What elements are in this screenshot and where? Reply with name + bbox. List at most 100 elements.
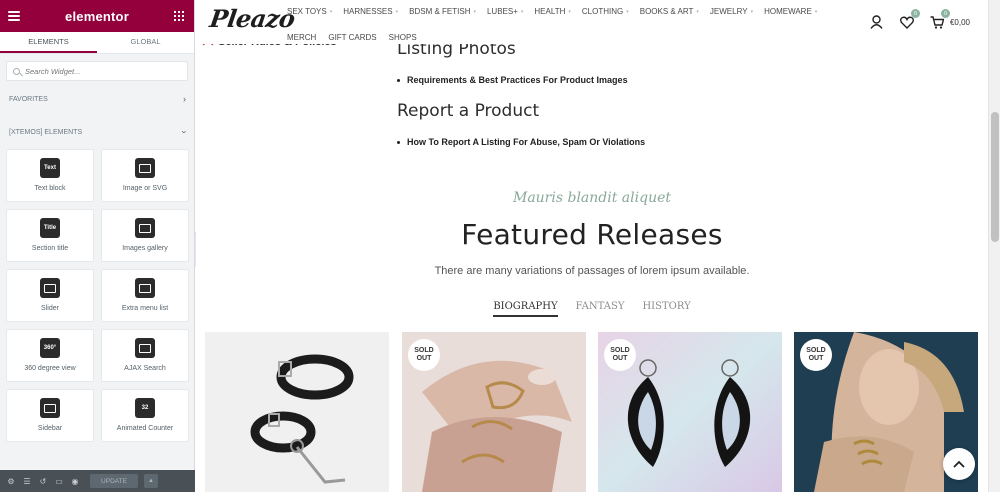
chevron-up-icon <box>953 460 965 468</box>
nav-item[interactable]: HEALTH ▾ <box>534 7 570 16</box>
widget-card[interactable]: Title Section title <box>6 209 94 262</box>
widget-label: Image or SVG <box>122 185 168 192</box>
widgets-grid: Text Text block Image or SVG Title Section t… <box>6 149 189 442</box>
widget-label: AJAX Search <box>124 365 166 372</box>
widget-card[interactable]: Slider <box>6 269 94 322</box>
responsive-mode-icon[interactable]: ▭ <box>54 476 64 486</box>
sold-out-badge: SOLD OUT <box>408 339 440 371</box>
nav-item-label: SEX TOYS <box>287 7 327 16</box>
nav-item[interactable]: BOOKS & ART ▾ <box>640 7 699 16</box>
cart-count-badge: 0 <box>940 9 950 18</box>
widget-card[interactable]: Sidebar <box>6 389 94 442</box>
elementor-panel: elementor ELEMENTS GLOBAL FAVORITES › [X… <box>0 0 195 492</box>
hamburger-menu-icon[interactable] <box>8 11 20 21</box>
wishlist-heart-icon[interactable]: 0 <box>899 9 920 29</box>
navigator-layers-icon[interactable]: ☰ <box>22 476 32 486</box>
app-window: elementor ELEMENTS GLOBAL FAVORITES › [X… <box>0 0 1000 492</box>
cart-total[interactable]: €0,00 <box>950 18 970 27</box>
panel-tabs: ELEMENTS GLOBAL <box>0 32 194 54</box>
dropdown-chevron-icon: ▾ <box>395 8 399 15</box>
nav-item[interactable]: HARNESSES ▾ <box>343 7 398 16</box>
nav-item-label: LUBES+ <box>486 7 518 16</box>
site-logo[interactable]: Pleazo <box>208 4 297 33</box>
widget-card[interactable]: 360° 360 degree view <box>6 329 94 382</box>
image-svg-icon <box>135 158 155 178</box>
xtemos-elements-label: [XTEMOS] ELEMENTS <box>9 128 83 136</box>
nav-item-label: SHOPS <box>388 33 417 42</box>
nav-item[interactable]: BDSM & FETISH ▾ <box>409 7 476 16</box>
animated-counter-icon: 32 <box>135 398 155 418</box>
nav-item-label: HEALTH <box>534 7 566 16</box>
360-view-icon: 360° <box>40 338 60 358</box>
featured-eyebrow: Mauris blandit aliquet <box>512 190 671 206</box>
site-header: Pleazo SEX TOYS ▾ HARNESSES ▾ BDSM & FETISH ▾… <box>196 0 988 44</box>
account-user-icon[interactable] <box>870 15 884 29</box>
widget-card[interactable]: Text Text block <box>6 149 94 202</box>
nav-item-label: BDSM & FETISH <box>409 7 471 16</box>
update-button[interactable]: UPDATE <box>90 474 138 488</box>
favorites-label: FAVORITES <box>9 95 48 103</box>
main-nav-row-1: SEX TOYS ▾ HARNESSES ▾ BDSM & FETISH ▾ LUBES+ ▾… <box>287 7 817 16</box>
scroll-to-top-button[interactable] <box>943 448 975 480</box>
widget-card[interactable]: AJAX Search <box>101 329 189 382</box>
widget-card[interactable]: 32 Animated Counter <box>101 389 189 442</box>
nav-item[interactable]: SEX TOYS ▾ <box>287 7 332 16</box>
featured-tabs: BIOGRAPHY FANTASY HISTORY <box>196 301 988 317</box>
favorites-section[interactable]: FAVORITES › <box>0 88 195 110</box>
report-product-heading: Report a Product <box>397 101 540 121</box>
site-preview: Seller Rules & Policies Listing Photos R… <box>196 0 1000 492</box>
nav-item[interactable]: HOMEWARE ▾ <box>764 7 817 16</box>
nav-item[interactable]: CLOTHING ▾ <box>582 7 629 16</box>
product-image-leather-cuffs <box>205 332 389 492</box>
featured-tab[interactable]: HISTORY <box>642 301 690 317</box>
panel-header: elementor <box>0 0 194 32</box>
featured-tab[interactable]: FANTASY <box>576 301 625 317</box>
chevron-right-icon: › <box>183 94 186 104</box>
tab-elements[interactable]: ELEMENTS <box>0 32 97 53</box>
nav-item[interactable]: GIFT CARDS <box>328 33 376 42</box>
cart-icon[interactable]: 0 <box>930 9 950 29</box>
featured-tab[interactable]: BIOGRAPHY <box>493 301 558 317</box>
widget-label: 360 degree view <box>24 365 76 372</box>
xtemos-elements-section[interactable]: [XTEMOS] ELEMENTS › <box>0 121 195 143</box>
dropdown-chevron-icon: ▾ <box>814 8 818 15</box>
tab-global[interactable]: GLOBAL <box>97 32 194 53</box>
nav-item[interactable]: LUBES+ ▾ <box>487 7 523 16</box>
dropdown-chevron-icon: ▾ <box>696 8 699 15</box>
product-card[interactable]: SOLD OUT <box>598 332 782 492</box>
featured-title: Featured Releases <box>461 218 723 251</box>
page-scrollbar[interactable] <box>988 0 1000 492</box>
widget-card[interactable]: Images gallery <box>101 209 189 262</box>
widgets-grid-icon[interactable] <box>174 11 184 21</box>
widget-card[interactable]: Image or SVG <box>101 149 189 202</box>
widget-label: Extra menu list <box>121 305 169 312</box>
widget-label: Section title <box>31 245 69 252</box>
nav-item-label: BOOKS & ART <box>639 7 694 16</box>
nav-item[interactable]: MERCH <box>287 33 316 42</box>
update-options-caret-icon[interactable]: ▲ <box>144 474 158 488</box>
sidebar-icon <box>40 398 60 418</box>
widget-card[interactable]: Extra menu list <box>101 269 189 322</box>
product-card[interactable] <box>205 332 389 492</box>
nav-item-label: HARNESSES <box>343 7 393 16</box>
history-icon[interactable]: ↺ <box>38 476 48 486</box>
preview-eye-icon[interactable]: ◉ <box>70 476 80 486</box>
sold-out-badge: SOLD OUT <box>800 339 832 371</box>
featured-subtitle: There are many variations of passages of… <box>434 265 750 277</box>
nav-item[interactable]: SHOPS <box>389 33 417 42</box>
elementor-logo: elementor <box>65 8 129 24</box>
nav-item-label: JEWELRY <box>709 7 748 16</box>
listing-photos-link-label: Requirements & Best Practices For Produc… <box>407 75 628 85</box>
images-gallery-icon <box>135 218 155 238</box>
settings-gear-icon[interactable]: ⚙ <box>6 476 16 486</box>
nav-item[interactable]: JEWELRY ▾ <box>710 7 753 16</box>
scrollbar-thumb[interactable] <box>991 112 999 242</box>
product-card[interactable]: SOLD OUT <box>402 332 586 492</box>
extra-menu-list-icon <box>135 278 155 298</box>
slider-icon <box>40 278 60 298</box>
report-product-link[interactable]: How To Report A Listing For Abuse, Spam … <box>397 137 645 147</box>
panel-footer: ⚙ ☰ ↺ ▭ ◉ UPDATE ▲ <box>0 470 195 492</box>
dropdown-chevron-icon: ▾ <box>750 8 754 15</box>
listing-photos-link[interactable]: Requirements & Best Practices For Produc… <box>397 75 628 85</box>
search-widget-input[interactable] <box>25 66 175 76</box>
